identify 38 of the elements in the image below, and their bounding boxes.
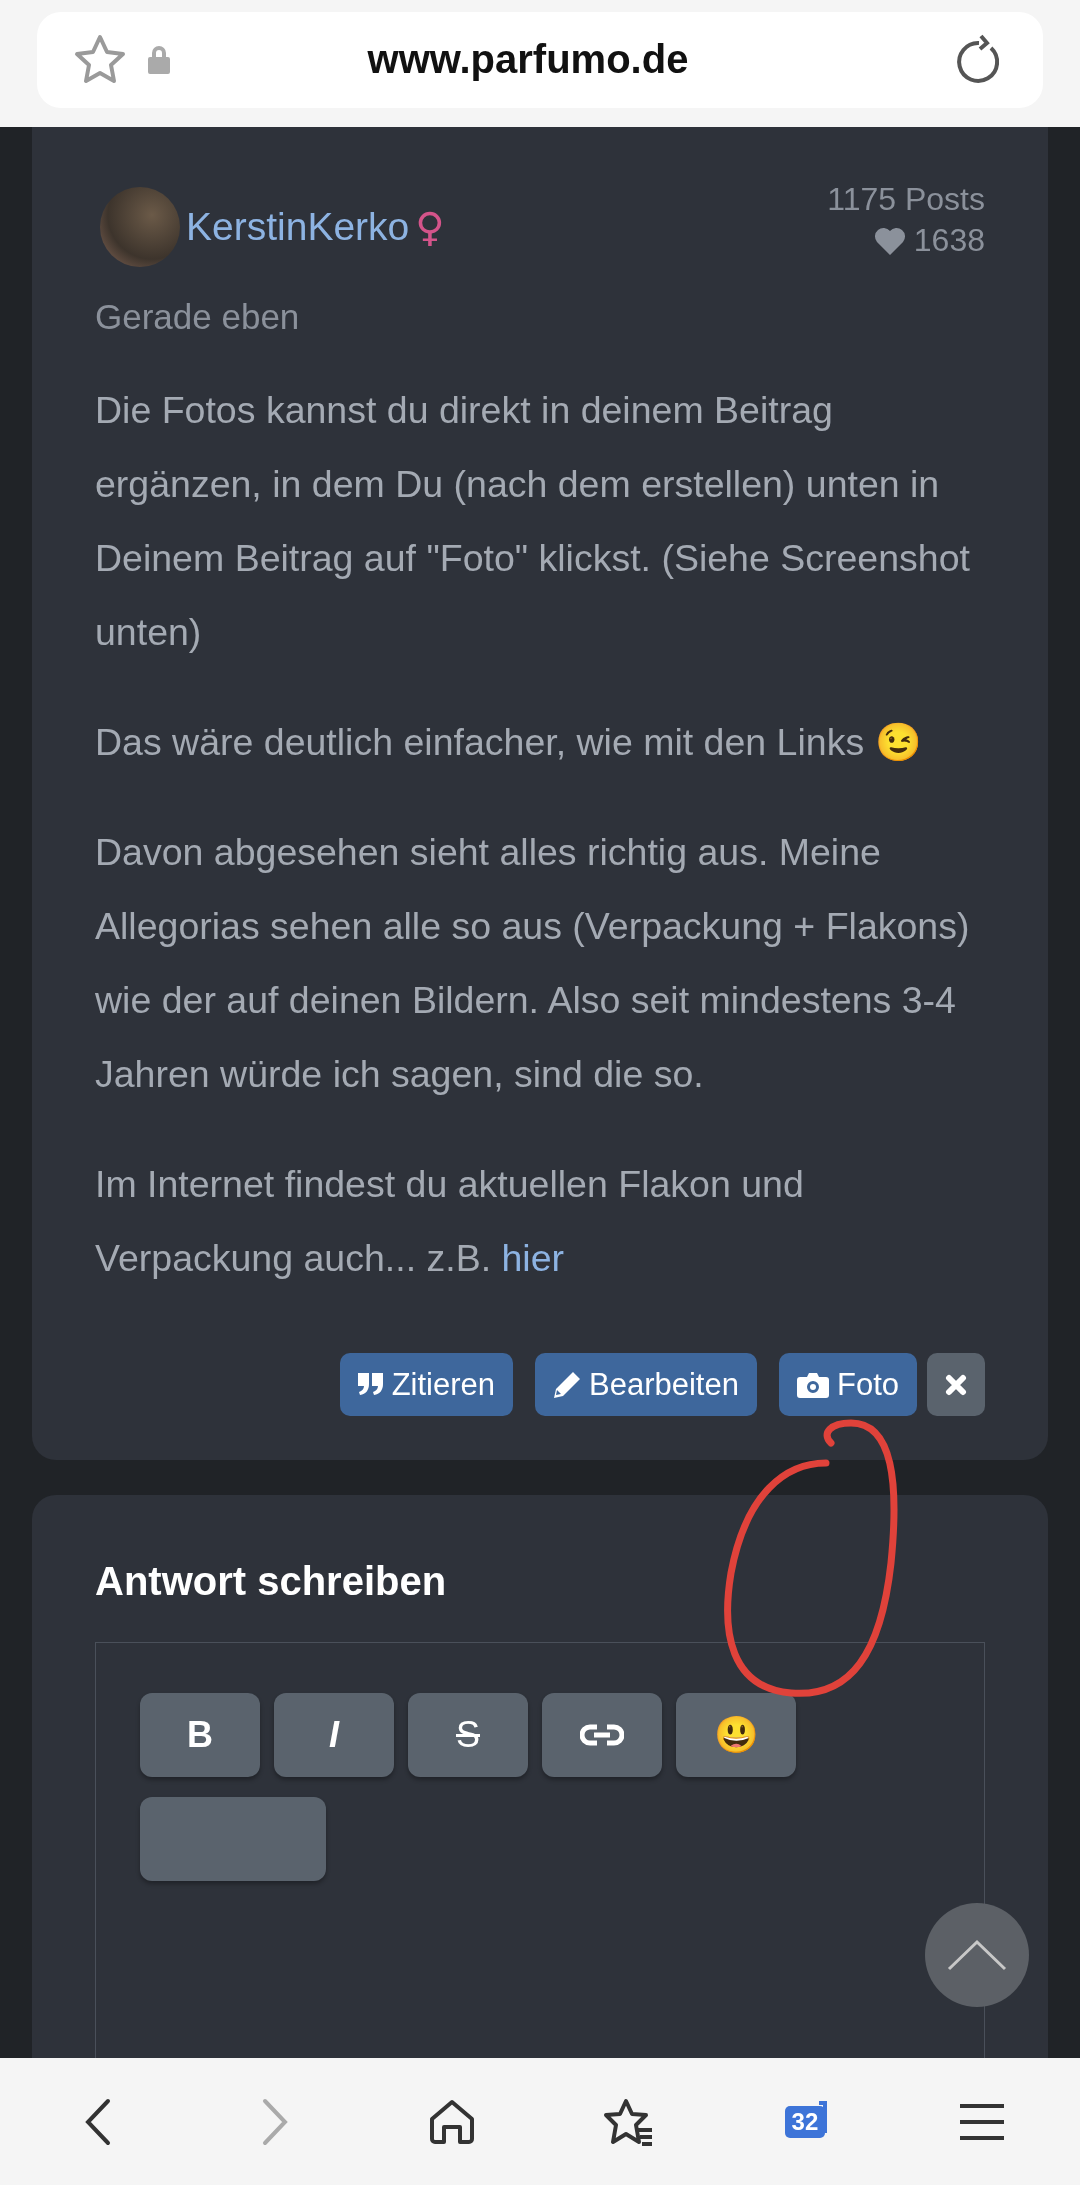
post-paragraph: Das wäre deutlich einfacher, wie mit den Links 😉 (95, 720, 923, 765)
strikethrough-button[interactable]: S (408, 1693, 528, 1777)
italic-button[interactable]: I (274, 1693, 394, 1777)
tabs-button[interactable]: 32 (749, 2076, 860, 2167)
bold-button[interactable]: B (140, 1693, 260, 1777)
pencil-icon (553, 1370, 581, 1399)
menu-icon (959, 2102, 1004, 2141)
photo-button[interactable]: Foto (778, 1353, 917, 1416)
star-icon[interactable] (73, 33, 127, 86)
camera-icon (796, 1371, 829, 1398)
link-icon (580, 1723, 624, 1747)
text-link[interactable]: hier (501, 1237, 565, 1279)
tab-count: 32 (784, 2105, 826, 2138)
post-count: 1175 Posts (827, 181, 985, 218)
like-count: 1638 (913, 222, 985, 259)
post-paragraph: Im Internet findest du aktuellen Flakon und Verpackung auch... z.B. hier (95, 1162, 805, 1281)
back-icon (84, 2097, 113, 2146)
post-paragraph: Die Fotos kannst du direkt in deinem Beitrag ergänzen, in dem Du (nach dem erstellen) unten in Deinem Beitrag auf "Foto" klickst. (Siehe Screenshot unten) (95, 388, 971, 655)
lock-icon (147, 44, 171, 75)
post-time: Gerade eben (95, 297, 301, 337)
address-bar[interactable]: www.parfumo.de (37, 11, 1043, 108)
gender-symbol: ♀ (415, 204, 445, 250)
edit-button[interactable]: Bearbeiten (535, 1353, 757, 1416)
reply-title: Antwort schreiben (95, 1559, 448, 1604)
close-icon (945, 1373, 967, 1396)
post-paragraph: Davon abgesehen sieht alles richtig aus. Meine Allegorias sehen alle so aus (Verpackung + Flakons) wie der auf deinen Bildern. Also seit mindestens 3-4 Jahren würde ich sagen, sind die so. (95, 830, 971, 1097)
star-list-icon (602, 2097, 655, 2146)
quote-icon (357, 1372, 384, 1397)
author-name[interactable]: KerstinKerko (186, 205, 410, 249)
home-icon (428, 2098, 475, 2145)
url-text: www.parfumo.de (366, 37, 690, 82)
chevron-up-icon (947, 1939, 1007, 1971)
quote-button[interactable]: Zitieren (339, 1353, 513, 1416)
emoji-button[interactable]: 😃 (676, 1693, 796, 1777)
forward-icon (261, 2097, 289, 2146)
delete-button[interactable] (927, 1353, 985, 1416)
heart-icon (873, 226, 906, 255)
link-button[interactable] (542, 1693, 662, 1777)
